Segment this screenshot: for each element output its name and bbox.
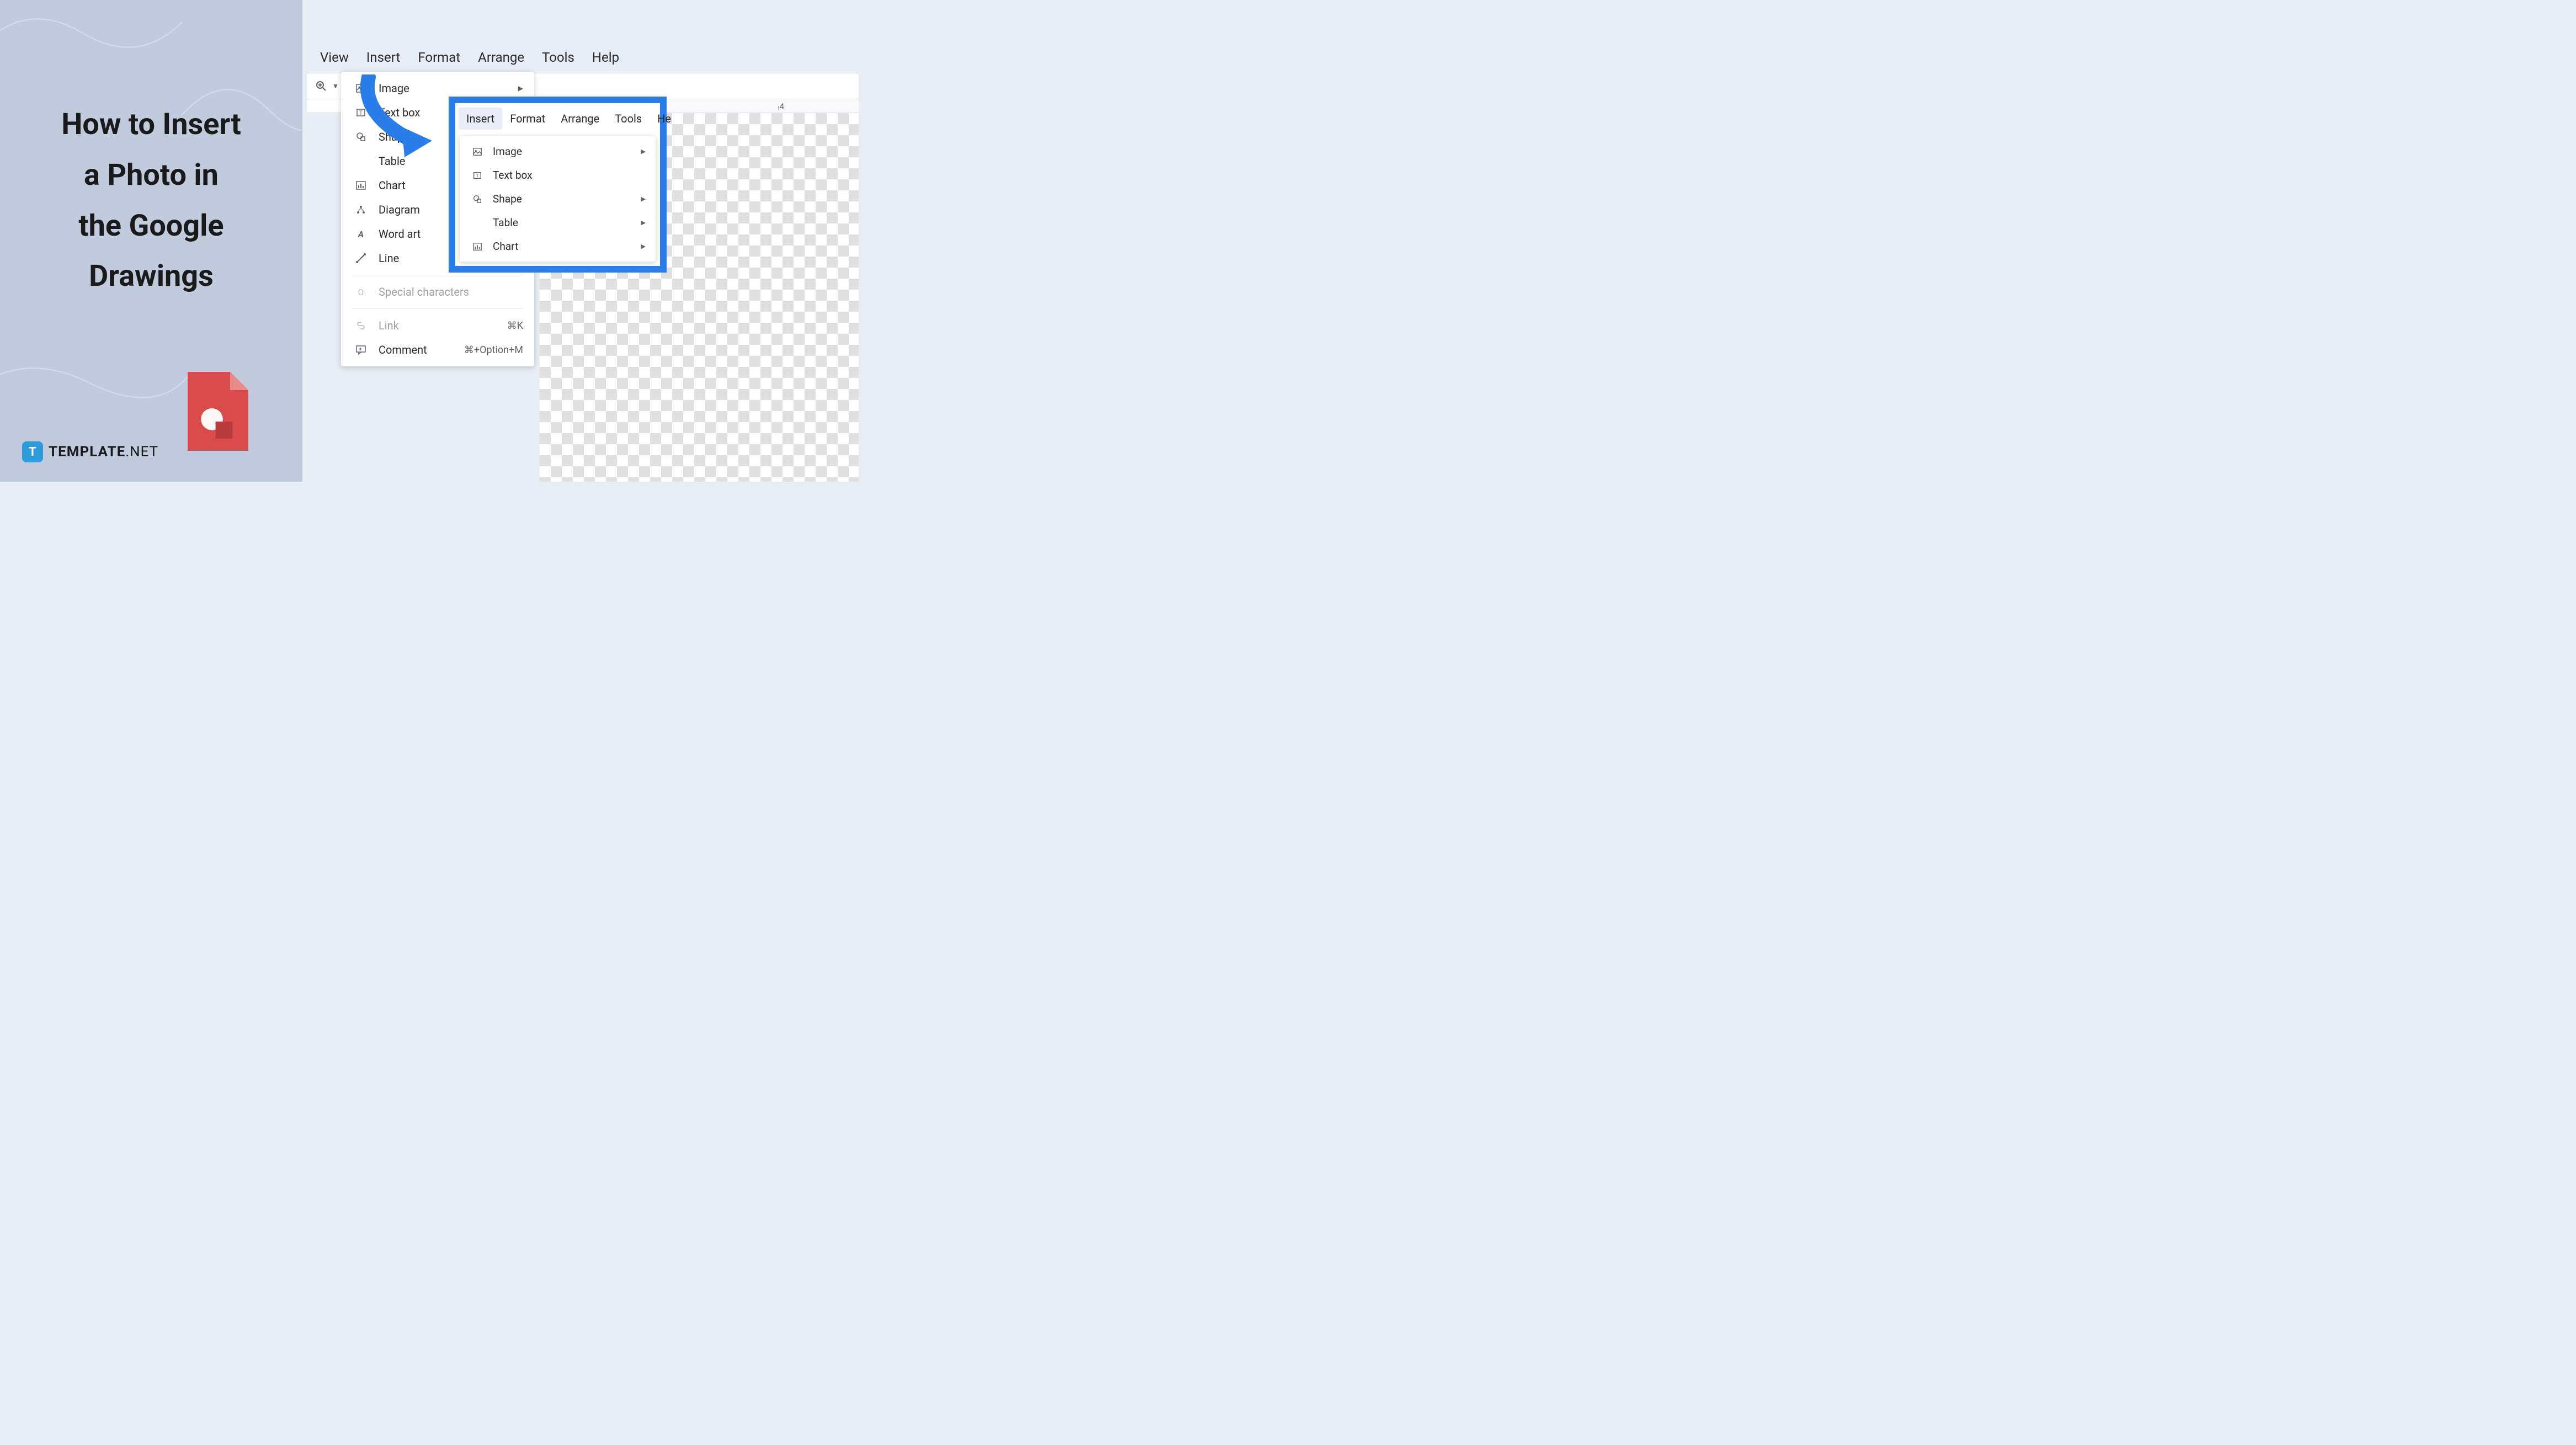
wordart-icon: A bbox=[352, 228, 370, 239]
submenu-arrow-icon: ▶ bbox=[641, 243, 646, 250]
menu-separator bbox=[352, 308, 523, 309]
menu-label: Chart bbox=[493, 240, 518, 253]
image-icon bbox=[470, 147, 485, 157]
shape-icon bbox=[352, 131, 370, 142]
title-line: a Photo in bbox=[84, 158, 219, 193]
svg-text:Ω: Ω bbox=[358, 287, 364, 297]
menu-help[interactable]: Help bbox=[583, 44, 628, 71]
decorative-curve bbox=[0, 0, 204, 99]
inset-menu-format[interactable]: Format bbox=[502, 108, 553, 130]
shortcut-text: ⌘K bbox=[507, 320, 523, 332]
menu-item-special-characters[interactable]: Ω Special characters bbox=[341, 280, 534, 304]
shortcut-text: ⌘+Option+M bbox=[464, 344, 523, 356]
title-line: Drawings bbox=[89, 259, 214, 294]
inset-item-chart[interactable]: Chart ▶ bbox=[460, 234, 656, 258]
menu-label: Link bbox=[379, 319, 399, 332]
zoom-button[interactable] bbox=[313, 78, 329, 94]
ruler-tick bbox=[778, 106, 779, 110]
menu-label: Image bbox=[379, 82, 409, 95]
menubar: View Insert Format Arrange Tools Help bbox=[307, 44, 859, 71]
menu-tools[interactable]: Tools bbox=[533, 44, 583, 71]
inset-menu-insert[interactable]: Insert bbox=[459, 108, 502, 130]
svg-text:A: A bbox=[358, 229, 364, 239]
svg-text:T: T bbox=[476, 173, 479, 179]
line-icon bbox=[352, 253, 370, 264]
logo-text: TEMPLATE.NET bbox=[49, 444, 158, 460]
chart-icon bbox=[470, 242, 485, 252]
link-icon bbox=[352, 320, 370, 331]
menu-label: Text box bbox=[493, 169, 533, 182]
menu-label: Comment bbox=[379, 343, 427, 356]
menu-item-link[interactable]: Link ⌘K bbox=[341, 313, 534, 338]
menu-label: Special characters bbox=[379, 285, 469, 298]
omega-icon: Ω bbox=[352, 286, 370, 297]
inset-menu-arrange[interactable]: Arrange bbox=[553, 108, 607, 130]
menu-label: Image bbox=[493, 145, 522, 158]
zoom-dropdown-arrow[interactable]: ▼ bbox=[332, 82, 339, 90]
menu-label: Line bbox=[379, 252, 399, 265]
decorative-curve bbox=[0, 327, 188, 438]
zoom-icon bbox=[316, 81, 327, 92]
menu-item-comment[interactable]: Comment ⌘+Option+M bbox=[341, 338, 534, 362]
inset-menu-help[interactable]: He bbox=[650, 108, 679, 130]
inset-dropdown: Image ▶ T Text box Shape ▶ Table ▶ Chart… bbox=[460, 136, 656, 262]
inset-menubar: Insert Format Arrange Tools He bbox=[455, 103, 660, 134]
menu-label: Diagram bbox=[379, 203, 420, 216]
inset-item-shape[interactable]: Shape ▶ bbox=[460, 187, 656, 211]
textbox-icon: T bbox=[352, 107, 370, 118]
menu-view[interactable]: View bbox=[311, 44, 358, 71]
menu-label: Word art bbox=[379, 227, 421, 241]
submenu-arrow-icon: ▶ bbox=[641, 148, 646, 155]
menu-label: Table bbox=[379, 154, 405, 168]
svg-text:T: T bbox=[359, 110, 363, 116]
image-icon bbox=[352, 83, 370, 94]
menu-label: Table bbox=[493, 216, 518, 229]
menu-label: Shape bbox=[493, 193, 522, 205]
chart-icon bbox=[352, 180, 370, 191]
inset-item-textbox[interactable]: T Text box bbox=[460, 163, 656, 187]
inset-menu-tools[interactable]: Tools bbox=[607, 108, 650, 130]
title-line: the Google bbox=[78, 209, 223, 243]
right-panel: View Insert Format Arrange Tools Help ▼ … bbox=[302, 0, 859, 482]
title-line: How to Insert bbox=[61, 107, 241, 142]
inset-item-table[interactable]: Table ▶ bbox=[460, 211, 656, 234]
ruler-band bbox=[669, 99, 859, 113]
inset-callout: Insert Format Arrange Tools He Image ▶ T… bbox=[449, 97, 667, 273]
google-drawings-icon bbox=[188, 371, 248, 451]
diagram-icon bbox=[352, 204, 370, 215]
menu-format[interactable]: Format bbox=[409, 44, 469, 71]
ruler-mark: 4 bbox=[780, 102, 784, 111]
submenu-arrow-icon: ▶ bbox=[641, 219, 646, 226]
logo-icon: T bbox=[22, 441, 43, 462]
brand-logo: T TEMPLATE.NET bbox=[22, 441, 158, 462]
comment-icon bbox=[352, 344, 370, 355]
inset-item-image[interactable]: Image ▶ bbox=[460, 140, 656, 163]
submenu-arrow-icon: ▶ bbox=[641, 195, 646, 202]
shape-icon bbox=[470, 194, 485, 204]
menu-insert[interactable]: Insert bbox=[358, 44, 409, 71]
textbox-icon: T bbox=[470, 170, 485, 180]
menu-label: Chart bbox=[379, 179, 406, 192]
left-panel: How to Insert a Photo in the Google Draw… bbox=[0, 0, 302, 482]
menu-arrange[interactable]: Arrange bbox=[469, 44, 533, 71]
menu-label: Text box bbox=[379, 106, 420, 119]
submenu-arrow-icon: ▶ bbox=[518, 84, 523, 92]
page-title: How to Insert a Photo in the Google Draw… bbox=[0, 99, 302, 302]
menu-label: Shape bbox=[379, 130, 409, 143]
